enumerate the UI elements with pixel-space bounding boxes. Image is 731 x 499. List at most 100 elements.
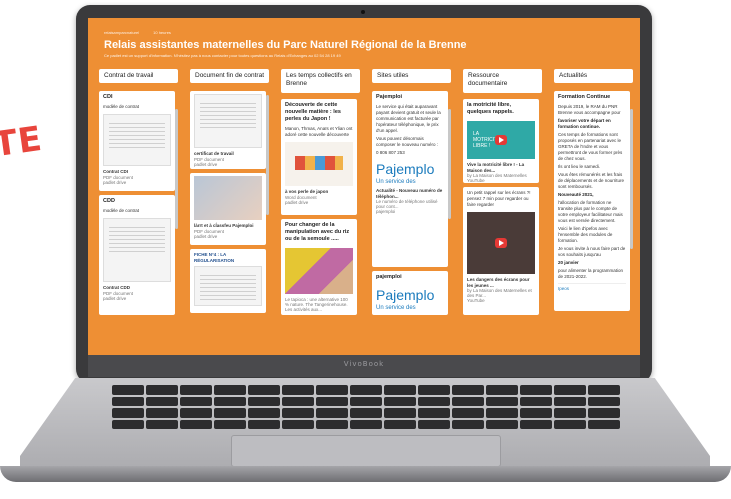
- keyboard-key: [112, 385, 144, 395]
- keyboard-key: [282, 408, 314, 418]
- post-card[interactable]: làrrt et à cĺassfeu Pajemploi PDF docume…: [190, 173, 266, 245]
- post-card[interactable]: FICHE N°4 : LA RÉGULARISATION: [190, 249, 266, 313]
- keyboard-key: [384, 385, 416, 395]
- webcam-icon: [361, 10, 365, 14]
- keyboard-key: [350, 408, 382, 418]
- keyboard-key: [112, 408, 144, 418]
- play-icon[interactable]: [495, 135, 507, 145]
- brand-logo: VivoBook: [343, 360, 385, 368]
- pajemploi-logo[interactable]: Pajemplo: [372, 157, 448, 179]
- attachment-thumbnail[interactable]: [285, 142, 353, 186]
- post-line: l'allocation de formation ne transite pl…: [558, 200, 623, 223]
- column-scrollbar[interactable]: [448, 109, 451, 219]
- keyboard-key: [588, 385, 620, 395]
- keyboard-key: [554, 396, 586, 406]
- post-title: Pour changer de la manipulation avec du …: [285, 222, 350, 242]
- column-scrollbar[interactable]: [266, 95, 269, 215]
- laptop-screen: relaisamparcnaturel 10 heures Relais ass…: [88, 18, 640, 355]
- keyboard-key: [214, 385, 246, 395]
- column-header: Document fin de contrat: [190, 69, 269, 83]
- touchpad: [231, 435, 501, 467]
- attachment-source: padlet drive: [194, 233, 218, 239]
- link-title[interactable]: Vive la motricité libre ! - La Maison de…: [463, 162, 539, 173]
- keyboard-key: [282, 385, 314, 395]
- column-fin-contrat: Document fin de contrat certificat de tr…: [190, 69, 269, 355]
- post-body-2: Vous pouvez désormais composer le nouvea…: [376, 136, 439, 147]
- video-thumbnail[interactable]: [467, 212, 535, 274]
- post-card[interactable]: Découverte de cette nouvelle matière : l…: [281, 99, 357, 215]
- link-title[interactable]: Les dangers des écrans pour les jeunes .…: [463, 277, 539, 288]
- attachment-source: padlet drive: [103, 295, 127, 301]
- attachment-thumbnail[interactable]: [285, 248, 353, 294]
- keyboard-key: [112, 396, 144, 406]
- keyboard-key: [112, 419, 144, 429]
- pajemploi-logo[interactable]: Pajemplo: [372, 283, 448, 305]
- link-domain: YouTube: [467, 178, 485, 183]
- post-line: Je vous invite à nous faire part de vos …: [558, 246, 626, 257]
- column-header: Les temps collectifs en Brenne: [281, 69, 360, 93]
- post-title: Pajemploi: [376, 94, 402, 100]
- attachment-name[interactable]: FICHE N°4 : LA RÉGULARISATION: [190, 249, 266, 263]
- keyboard-key: [282, 396, 314, 406]
- keyboard-key: [520, 385, 552, 395]
- page-subtitle: Ce padlet est un support d'information. …: [104, 53, 341, 58]
- keyboard-key: [282, 419, 314, 429]
- post-title: pajemploi: [376, 274, 402, 280]
- post-body: Le service qui était auparavant payant d…: [376, 104, 441, 133]
- document-preview[interactable]: [103, 114, 171, 166]
- post-line: Depuis 2019, le RAM du PNR Brenne vous a…: [558, 104, 621, 115]
- video-thumbnail[interactable]: LA MOTRICITÉ LIBRE !: [467, 121, 535, 159]
- document-preview[interactable]: [194, 266, 262, 306]
- pajemploi-logo-sub: Un service des: [376, 305, 416, 311]
- post-card[interactable]: pajemploi Pajemplo Un service des: [372, 271, 448, 315]
- column-temps-collectifs: Les temps collectifs en Brenne Découvert…: [281, 69, 360, 355]
- column-header: Ressource documentaire: [463, 69, 542, 93]
- keyboard-key: [316, 385, 348, 395]
- post-card[interactable]: Un petit rappel sur les écrans ?! pensez…: [463, 187, 539, 315]
- header-time: 10 heures: [153, 30, 171, 35]
- keyboard-key: [384, 396, 416, 406]
- keyboard-key: [214, 419, 246, 429]
- header-author[interactable]: relaisamparcnaturel: [104, 30, 139, 35]
- link-logo[interactable]: Ipeos: [554, 286, 630, 291]
- post-card[interactable]: la motricité libre, quelques rappels. LA…: [463, 99, 539, 183]
- keyboard-key: [180, 396, 212, 406]
- document-preview[interactable]: [194, 94, 262, 148]
- keyboard-key: [214, 396, 246, 406]
- keyboard-key: [180, 419, 212, 429]
- link-title[interactable]: Actualité - Nouveau numéro de téléphon..…: [372, 188, 448, 199]
- column-header: Actualités: [554, 69, 633, 83]
- keyboard: [112, 385, 620, 429]
- post-card[interactable]: CDI modèle de contrat Contrat CDI PDF do…: [99, 91, 175, 191]
- post-card[interactable]: certificat de travail PDF document padle…: [190, 91, 266, 169]
- document-preview[interactable]: [103, 218, 171, 282]
- column-scrollbar[interactable]: [175, 109, 178, 229]
- post-body: modèle de contrat: [103, 104, 140, 109]
- post-body: Manon, Thmas, Anaïs et Ylian ont adoré c…: [285, 126, 353, 137]
- keyboard-key: [418, 419, 450, 429]
- laptop-chin: VivoBook: [88, 355, 640, 377]
- side-logo-text: TE: [0, 118, 45, 166]
- post-card[interactable]: Formation Continue Depuis 2019, le RAM d…: [554, 91, 630, 311]
- post-card[interactable]: Pajemploi Le service qui était auparavan…: [372, 91, 448, 267]
- padlet-header: relaisamparcnaturel 10 heures Relais ass…: [104, 30, 624, 58]
- column-header: Contrat de travail: [99, 69, 178, 83]
- keyboard-key: [316, 396, 348, 406]
- keyboard-key: [180, 385, 212, 395]
- keyboard-key: [248, 419, 280, 429]
- post-card[interactable]: CDD modèle de contrat Contrat CDD PDF do…: [99, 195, 175, 315]
- post-card[interactable]: Pour changer de la manipulation avec du …: [281, 219, 357, 315]
- keyboard-key: [316, 419, 348, 429]
- keyboard-key: [418, 385, 450, 395]
- attachment-thumbnail[interactable]: [194, 176, 262, 220]
- phone-number: 0 806 807 253: [376, 150, 405, 155]
- column-scrollbar[interactable]: [630, 109, 633, 249]
- keyboard-key: [520, 408, 552, 418]
- post-line: Vous êtes rémunérés et les frais de dépl…: [558, 172, 625, 189]
- keyboard-key: [350, 385, 382, 395]
- post-line: Ces temps de formations sont proposés en…: [558, 132, 623, 161]
- post-line-bold: favoriser votre départ en formation cont…: [558, 118, 611, 129]
- post-body: modèle de contrat: [103, 208, 140, 213]
- keyboard-key: [418, 408, 450, 418]
- play-icon[interactable]: [495, 238, 507, 248]
